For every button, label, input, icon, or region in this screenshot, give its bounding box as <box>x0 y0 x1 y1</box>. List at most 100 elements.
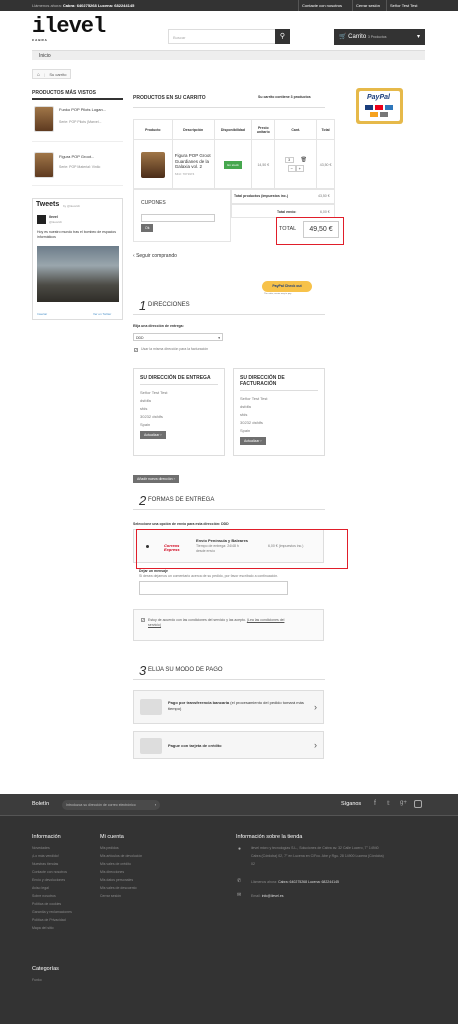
col-product: Producto <box>133 119 173 140</box>
footer-link[interactable]: Política de Privacidad <box>32 916 72 924</box>
voucher-ok-button[interactable]: Ok <box>141 224 154 232</box>
shipping-title: FORMAS DE ENTREGA <box>148 497 215 503</box>
store-email[interactable]: info@ilevel.es <box>262 894 284 898</box>
footer-link[interactable]: Mis datos personales <box>100 876 142 884</box>
avatar[interactable] <box>37 215 46 224</box>
product-thumbnail[interactable] <box>34 152 54 178</box>
total-products: 43,50 € <box>318 194 330 198</box>
tweet-image[interactable] <box>37 246 119 302</box>
message-textarea[interactable] <box>139 581 288 595</box>
footer-link[interactable]: Cerrar sesión <box>100 892 142 900</box>
footer-link[interactable]: Mis artículos de devolución <box>100 852 142 860</box>
footer-link[interactable]: Funko <box>32 976 42 984</box>
newsletter-bar: Boletín Introduzca su dirección de corre… <box>0 794 458 816</box>
tweets-by[interactable]: by @ilevelcb <box>63 204 80 208</box>
product-thumbnail[interactable] <box>34 106 54 132</box>
total-label: TOTAL <box>279 226 297 232</box>
product-image-cell <box>133 139 173 190</box>
footer-link[interactable]: Novedades <box>32 844 72 852</box>
product-name[interactable]: Figura POP Groot... <box>59 154 121 159</box>
update-delivery-button[interactable]: Actualizar › <box>140 431 166 439</box>
store-title: Información sobre la tienda <box>236 834 303 840</box>
home-icon[interactable]: ⌂ <box>37 72 40 78</box>
cart-title: PRODUCTOS EN SU CARRITO <box>133 95 206 101</box>
address-select[interactable]: DDD ▾ <box>133 333 223 341</box>
cart-button[interactable]: 🛒 Carrito 3 Productos ▾ <box>334 29 425 45</box>
update-billing-button[interactable]: Actualizar › <box>240 437 266 445</box>
address-select-label: Elija una dirección de entrega: <box>133 324 184 328</box>
footer-link[interactable]: Mis direcciones <box>100 868 142 876</box>
add-address-button[interactable]: Añadir nueva dirección › <box>133 475 179 483</box>
footer-link[interactable]: Política de cookies <box>32 900 72 908</box>
address-line: Spain <box>140 422 151 427</box>
footer-link[interactable]: Garantía y reclamaciones <box>32 908 72 916</box>
trash-icon[interactable]: 🗑 <box>301 157 307 163</box>
footer-link[interactable]: Envío y devoluciones <box>32 876 72 884</box>
update-label: Actualizar <box>244 439 260 443</box>
follow-label: Síganos <box>341 801 362 807</box>
site-logo[interactable]: ilevel <box>32 16 106 38</box>
terms-checkbox[interactable]: ✓ <box>141 618 145 622</box>
nav-home[interactable]: Inicio <box>39 53 51 59</box>
qty-input[interactable]: 3 <box>284 157 294 163</box>
address-line: sfds <box>240 412 248 417</box>
main-nav: Inicio <box>32 50 425 60</box>
viewed-product[interactable]: Figura POP Groot... Serie: POP Material:… <box>32 146 123 186</box>
logout-link[interactable]: Cerrar sesión <box>352 0 383 11</box>
address-line: dsfdfa <box>240 404 251 409</box>
map-pin-icon: ● <box>238 846 242 852</box>
facebook-icon[interactable]: f <box>374 800 376 807</box>
credit-card-option[interactable]: Pague con tarjeta de crédito › <box>133 731 324 759</box>
footer-link[interactable]: Mis vales de crédito <box>100 860 142 868</box>
vouchers-title: CUPONES <box>141 200 166 206</box>
paypal-logo: PayPal <box>367 94 390 101</box>
qty-plus-button[interactable]: + <box>295 165 304 172</box>
top-bar: Llámenos ahora: Cabra: 640275268 Lucena:… <box>0 0 458 11</box>
col-total: Total <box>316 119 335 140</box>
footer-link[interactable]: Contacte con nosotros <box>32 868 72 876</box>
divider <box>133 679 325 680</box>
footer-link[interactable]: Aviso legal <box>32 884 72 892</box>
footer-link[interactable]: Mis vales de descuento <box>100 884 142 892</box>
paypal-checkout-button[interactable]: PayPal Check out <box>262 281 312 292</box>
cart-count: 3 Productos <box>367 35 387 39</box>
terms-box: ✓ Estoy de acuerdo con las condiciones d… <box>133 609 324 641</box>
highlight-carrier <box>136 529 348 569</box>
footer-link[interactable]: Nuestras tiendas <box>32 860 72 868</box>
viewed-product[interactable]: Funko POP Pilots Logan... Serie: POP Pil… <box>32 102 123 142</box>
cart-label: Carrito <box>348 34 367 40</box>
newsletter-input[interactable]: Introduzca su dirección de correo electr… <box>62 800 160 810</box>
address-line: dsfdfa <box>140 398 151 403</box>
same-address-checkbox[interactable]: ✓ <box>134 348 138 352</box>
embed-link[interactable]: Insertar <box>37 312 47 316</box>
footer-link[interactable]: Sobre nosotros <box>32 892 72 900</box>
search-button[interactable]: ⚲ <box>275 29 290 44</box>
chevron-left-icon: ‹ <box>133 253 135 259</box>
continue-shopping-link[interactable]: ‹ Seguir comprando <box>133 253 177 259</box>
bank-transfer-option[interactable]: Pago por transferencia bancaria (el proc… <box>133 690 324 724</box>
chevron-right-icon[interactable]: › <box>155 803 156 807</box>
account-link[interactable]: Señor Test Test <box>386 0 420 11</box>
google-plus-icon[interactable]: g+ <box>400 800 407 806</box>
divider <box>133 509 325 510</box>
newsletter-placeholder: Introduzca su dirección de correo electr… <box>66 803 136 807</box>
search-input[interactable]: Buscar <box>168 29 276 44</box>
qty-minus-button[interactable]: − <box>287 165 296 172</box>
item-name[interactable]: Figura POP Groot Guardianes de la Galaxi… <box>175 153 212 170</box>
instagram-icon[interactable] <box>414 800 422 808</box>
footer-link[interactable]: ¡Lo más vendido! <box>32 852 72 860</box>
view-on-twitter-link[interactable]: Ver en Twitter <box>93 312 111 316</box>
same-address-label: Usar la misma dirección para la facturac… <box>141 347 209 351</box>
footer-link[interactable]: Mis pedidos <box>100 844 142 852</box>
twitter-widget: Tweets by @ilevelcb ilevel @ilevelcb Hoy… <box>32 198 123 320</box>
footer-link[interactable]: Mapa del sitio <box>32 924 72 932</box>
product-name[interactable]: Funko POP Pilots Logan... <box>59 107 121 112</box>
total-value: 49,50 € <box>303 221 339 238</box>
twitter-icon[interactable]: 𝕥 <box>387 800 390 807</box>
info-links: Novedades ¡Lo más vendido! Nuestras tien… <box>32 844 72 932</box>
categories-title: Categorías <box>32 966 59 972</box>
product-image[interactable] <box>140 151 165 178</box>
chevron-right-icon: › <box>314 702 317 712</box>
voucher-input[interactable] <box>141 214 215 222</box>
contact-link[interactable]: Contacte con nosotros <box>298 0 345 11</box>
